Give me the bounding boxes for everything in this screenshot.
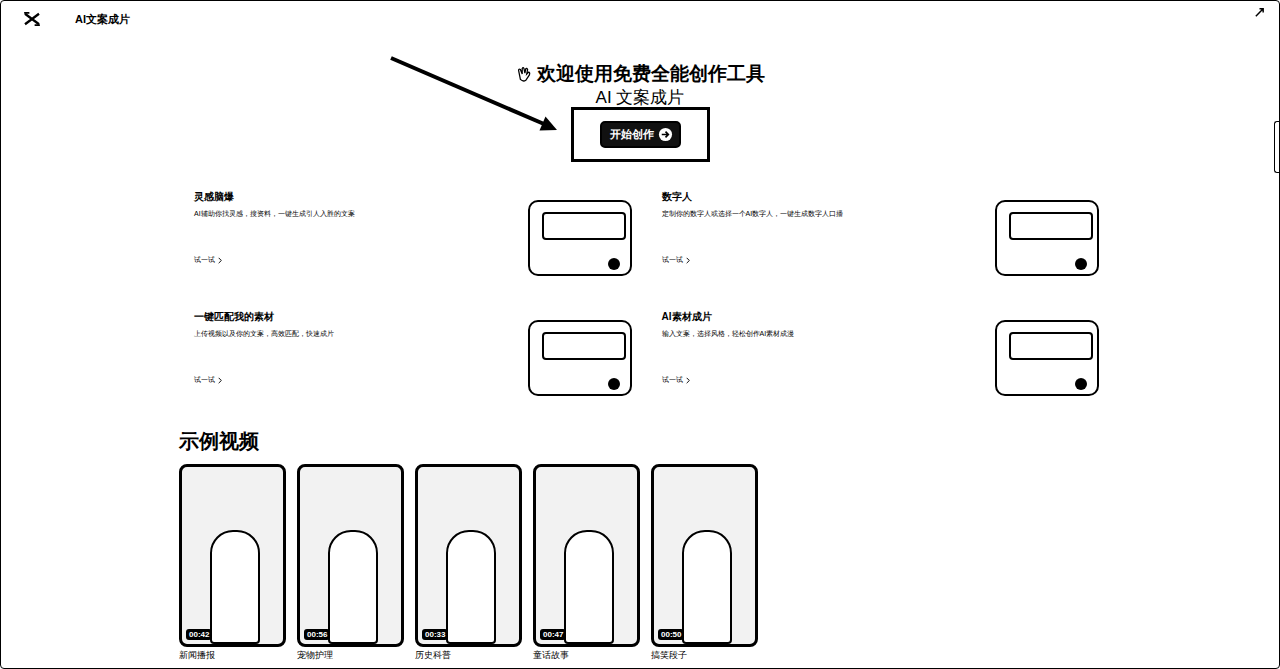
feature-description: 上传视频以及你的文案，高效匹配，快速成片	[194, 329, 528, 339]
capcut-logo-icon[interactable]	[23, 12, 41, 26]
video-label: 童话故事	[533, 649, 640, 661]
video-thumbnail[interactable]: 00:47	[533, 464, 640, 647]
hero: 欢迎使用免费全能创作工具 AI 文案成片 开始创作	[1, 37, 1279, 162]
video-list: 00:42 新闻播报 00:56 宠物护理 00:33 历史科普 00:47 童…	[179, 464, 1279, 661]
feature-card[interactable]: AI素材成片 输入文案，选择风格，轻松创作AI素材成漫 试一试	[662, 306, 1106, 406]
video-label: 宠物护理	[297, 649, 404, 661]
hero-subtitle: AI 文案成片	[596, 87, 685, 109]
feature-grid: 灵感脑爆 AI辅助你找灵感，搜资料，一键生成引人入胜的文案 试一试 数字人 定制…	[194, 186, 1105, 406]
examples: 示例视频 00:42 新闻播报 00:56 宠物护理 00:33 历史科普 00…	[179, 428, 1279, 661]
window-title: AI文案成片	[75, 12, 130, 27]
video-card[interactable]: 00:33 历史科普	[415, 464, 522, 661]
feature-card[interactable]: 数字人 定制你的数字人或选择一个AI数字人，一键生成数字人口播 试一试	[662, 186, 1106, 286]
chevron-right-icon	[686, 257, 690, 264]
try-link[interactable]: 试一试	[194, 375, 528, 385]
feature-description: 定制你的数字人或选择一个AI数字人，一键生成数字人口播	[662, 209, 996, 219]
video-card[interactable]: 00:50 搞笑段子	[651, 464, 758, 661]
feature-description: AI辅助你找灵感，搜资料，一键生成引人入胜的文案	[194, 209, 528, 219]
video-thumbnail[interactable]: 00:50	[651, 464, 758, 647]
video-thumbnail[interactable]: 00:42	[179, 464, 286, 647]
try-link[interactable]: 试一试	[194, 255, 528, 265]
scrollbar[interactable]	[1274, 121, 1279, 173]
video-duration: 00:42	[186, 629, 212, 640]
chevron-right-icon	[218, 377, 222, 384]
chevron-right-icon	[218, 257, 222, 264]
video-duration: 00:56	[304, 629, 330, 640]
annotation-arrow-icon	[1, 1, 1280, 669]
video-duration: 00:47	[540, 629, 566, 640]
feature-title: 灵感脑爆	[194, 190, 528, 203]
video-duration: 00:50	[658, 629, 684, 640]
video-label: 历史科普	[415, 649, 522, 661]
annotation-box: 开始创作	[571, 107, 710, 162]
feature-illustration	[995, 194, 1105, 282]
feature-illustration	[528, 194, 638, 282]
feature-card[interactable]: 灵感脑爆 AI辅助你找灵感，搜资料，一键生成引人入胜的文案 试一试	[194, 186, 638, 286]
start-button[interactable]: 开始创作	[600, 121, 681, 148]
feature-description: 输入文案，选择风格，轻松创作AI素材成漫	[662, 329, 996, 339]
feature-title: 数字人	[662, 190, 996, 203]
feature-title: AI素材成片	[662, 310, 996, 323]
top-bar: AI文案成片	[1, 1, 1279, 37]
video-duration: 00:33	[422, 629, 448, 640]
video-card[interactable]: 00:42 新闻播报	[179, 464, 286, 661]
video-thumbnail[interactable]: 00:33	[415, 464, 522, 647]
waving-hand-icon	[515, 65, 533, 83]
try-link[interactable]: 试一试	[662, 255, 996, 265]
feature-illustration	[995, 314, 1105, 402]
video-card[interactable]: 00:47 童话故事	[533, 464, 640, 661]
video-thumbnail[interactable]: 00:56	[297, 464, 404, 647]
video-label: 新闻播报	[179, 649, 286, 661]
arrow-right-icon	[658, 127, 673, 142]
video-label: 搞笑段子	[651, 649, 758, 661]
examples-title: 示例视频	[179, 428, 1279, 454]
feature-title: 一键匹配我的素材	[194, 310, 528, 323]
page: AI文案成片 欢迎使用免费全能创作工具 AI 文案成片 开始创作 灵感脑爆 AI…	[0, 0, 1280, 669]
video-card[interactable]: 00:56 宠物护理	[297, 464, 404, 661]
try-link[interactable]: 试一试	[662, 375, 996, 385]
feature-card[interactable]: 一键匹配我的素材 上传视频以及你的文案，高效匹配，快速成片 试一试	[194, 306, 638, 406]
expand-icon[interactable]	[1254, 7, 1265, 18]
hero-heading: 欢迎使用免费全能创作工具	[515, 61, 765, 87]
feature-illustration	[528, 314, 638, 402]
chevron-right-icon	[686, 377, 690, 384]
